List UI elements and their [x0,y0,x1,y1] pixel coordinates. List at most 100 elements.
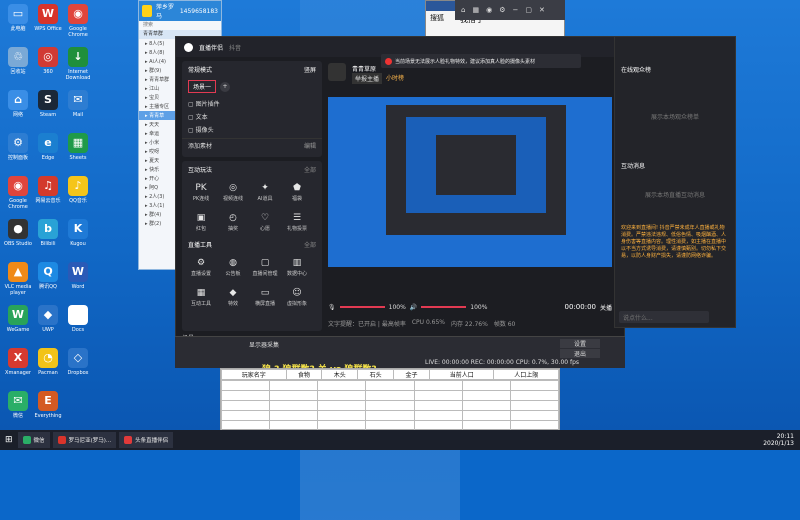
desktop-icon[interactable]: ▭ 此电脑 [2,4,34,32]
chat-input[interactable]: 说点什么... [619,311,709,323]
table-cell[interactable] [317,390,367,401]
desktop-icon[interactable]: S Steam [32,90,64,118]
table-cell[interactable] [509,380,560,391]
desktop-icon[interactable]: ♫ 网易云音乐 [32,176,64,204]
layout-toggle[interactable]: 竖屏 [304,65,316,74]
table-cell[interactable] [413,420,463,431]
taskbar-item[interactable]: 头条直播伴侣 [119,432,174,448]
interact-more[interactable]: 全部 [304,165,316,174]
speaker-icon[interactable]: 🔊 [410,304,417,311]
tool-button[interactable]: ▥ 数据中心 [282,253,312,281]
table-cell[interactable] [461,400,511,411]
tool-button[interactable]: ◴ 抽奖 [218,208,248,236]
table-cell[interactable] [509,400,560,411]
table-cell[interactable] [461,380,511,391]
table-cell[interactable] [413,410,463,421]
table-cell[interactable] [509,410,560,421]
table-cell[interactable] [365,410,415,421]
tool-button[interactable]: ◆ 特效 [218,283,248,311]
column-header[interactable]: 石头 [357,369,395,380]
desktop-icon[interactable]: X Xmanager [2,348,34,376]
record-icon[interactable]: ◉ [486,6,492,14]
mic-slider[interactable] [339,306,385,308]
column-header[interactable]: 当前人口 [428,369,495,380]
table-cell[interactable] [317,410,367,421]
desktop-icon[interactable]: K Kugou [62,219,94,247]
desktop-icon[interactable]: ✉ Mail [62,90,94,118]
tool-button[interactable]: ▢ 直播间管理 [250,253,280,281]
hour-rank[interactable]: 小时榜 [386,73,404,82]
table-cell[interactable] [509,390,560,401]
desktop-icon[interactable]: ▲ VLC media player [2,262,34,296]
grid-icon[interactable]: ▦ [472,6,479,14]
home-icon[interactable] [142,5,152,17]
add-scene-icon[interactable]: + [220,81,231,92]
desktop-icon[interactable]: E Everything [32,391,64,419]
desktop-icon[interactable]: ◎ 360 [32,47,64,75]
taskbar-item[interactable]: 微信 [17,432,50,448]
report-tag[interactable]: 举报主播 [352,73,383,84]
table-cell[interactable] [461,410,511,421]
source-item[interactable]: ▢ 图片插件 [188,97,316,110]
desktop-icon[interactable]: ⌂ 网络 [2,90,34,118]
minimize-icon[interactable]: − [512,6,518,14]
table-cell[interactable] [365,420,415,431]
table-cell[interactable] [413,390,463,401]
monitor-capture[interactable]: 显示器采集 [249,340,279,349]
exit-button[interactable]: 退出 [560,349,600,358]
taskbar-item[interactable]: 罗马尼亚(罗马)... [52,432,117,448]
desktop-icon[interactable]: ◔ Pacman [32,348,64,376]
table-cell[interactable] [365,380,415,391]
desktop-icon[interactable]: ◇ Dropbox [62,348,94,376]
desktop-icon[interactable]: ✉ 微信 [2,391,34,419]
tool-button[interactable]: ⬟ 福袋 [282,178,312,206]
table-cell[interactable] [220,410,271,421]
table-cell[interactable] [413,400,463,411]
mode-label[interactable]: 常规模式 [188,65,212,74]
table-cell[interactable] [317,420,367,431]
mic-icon[interactable]: 🎙 [328,304,336,311]
tool-button[interactable]: ▦ 互动工具 [186,283,216,311]
table-cell[interactable] [509,420,560,431]
start-button[interactable]: ⊞ [0,432,18,448]
table-cell[interactable] [413,380,463,391]
table-cell[interactable] [220,380,271,391]
speaker-slider[interactable] [421,306,467,308]
tool-button[interactable]: ◎ 视频连线 [218,178,248,206]
column-header[interactable]: 食物 [285,369,323,380]
table-cell[interactable] [269,390,319,401]
source-item[interactable]: ▢ 摄像头 [188,123,316,136]
tool-button[interactable]: ☰ 礼物投票 [282,208,312,236]
table-cell[interactable] [365,400,415,411]
desktop-icon[interactable]: e Edge [32,133,64,161]
settings-button[interactable]: 设置 [560,339,600,348]
tool-button[interactable]: ▣ 红包 [186,208,216,236]
desktop-icon[interactable]: ◉ Google Chrome [62,4,94,38]
desktop-icon[interactable]: Q 腾讯QQ [32,262,64,290]
desktop-icon[interactable]: ♪ QQ音乐 [62,176,94,204]
desktop-icon[interactable]: ▦ Sheets [62,133,94,161]
tool-button[interactable]: PK PK连线 [186,178,216,206]
table-cell[interactable] [317,400,367,411]
table-cell[interactable] [269,420,319,431]
desktop-icon[interactable]: ♲ 回收站 [2,47,34,75]
column-header[interactable]: 金子 [393,369,430,380]
live-tools-more[interactable]: 全部 [304,240,316,249]
table-cell[interactable] [220,400,271,411]
desktop-icon[interactable]: b Bilibili [32,219,64,247]
desktop-icon[interactable]: ↓ Internet Download [62,47,94,81]
table-cell[interactable] [365,390,415,401]
column-header[interactable]: 人口上限 [493,369,559,380]
scene-tab[interactable]: 场景一 [188,80,217,93]
desktop-icon[interactable]: ▤ Docs [62,305,94,333]
table-cell[interactable] [220,420,271,431]
clock[interactable]: 20:11 2020/1/13 [763,433,800,447]
edit-button[interactable]: 编辑 [304,141,316,150]
tool-button[interactable]: ♡ 心愿 [250,208,280,236]
column-header[interactable]: 木头 [321,369,359,380]
tool-button[interactable]: ◍ 公告板 [218,253,248,281]
table-cell[interactable] [317,380,367,391]
table-cell[interactable] [220,390,271,401]
column-header[interactable]: 玩家名字 [221,369,287,380]
source-item[interactable]: ▢ 文本 [188,110,316,123]
